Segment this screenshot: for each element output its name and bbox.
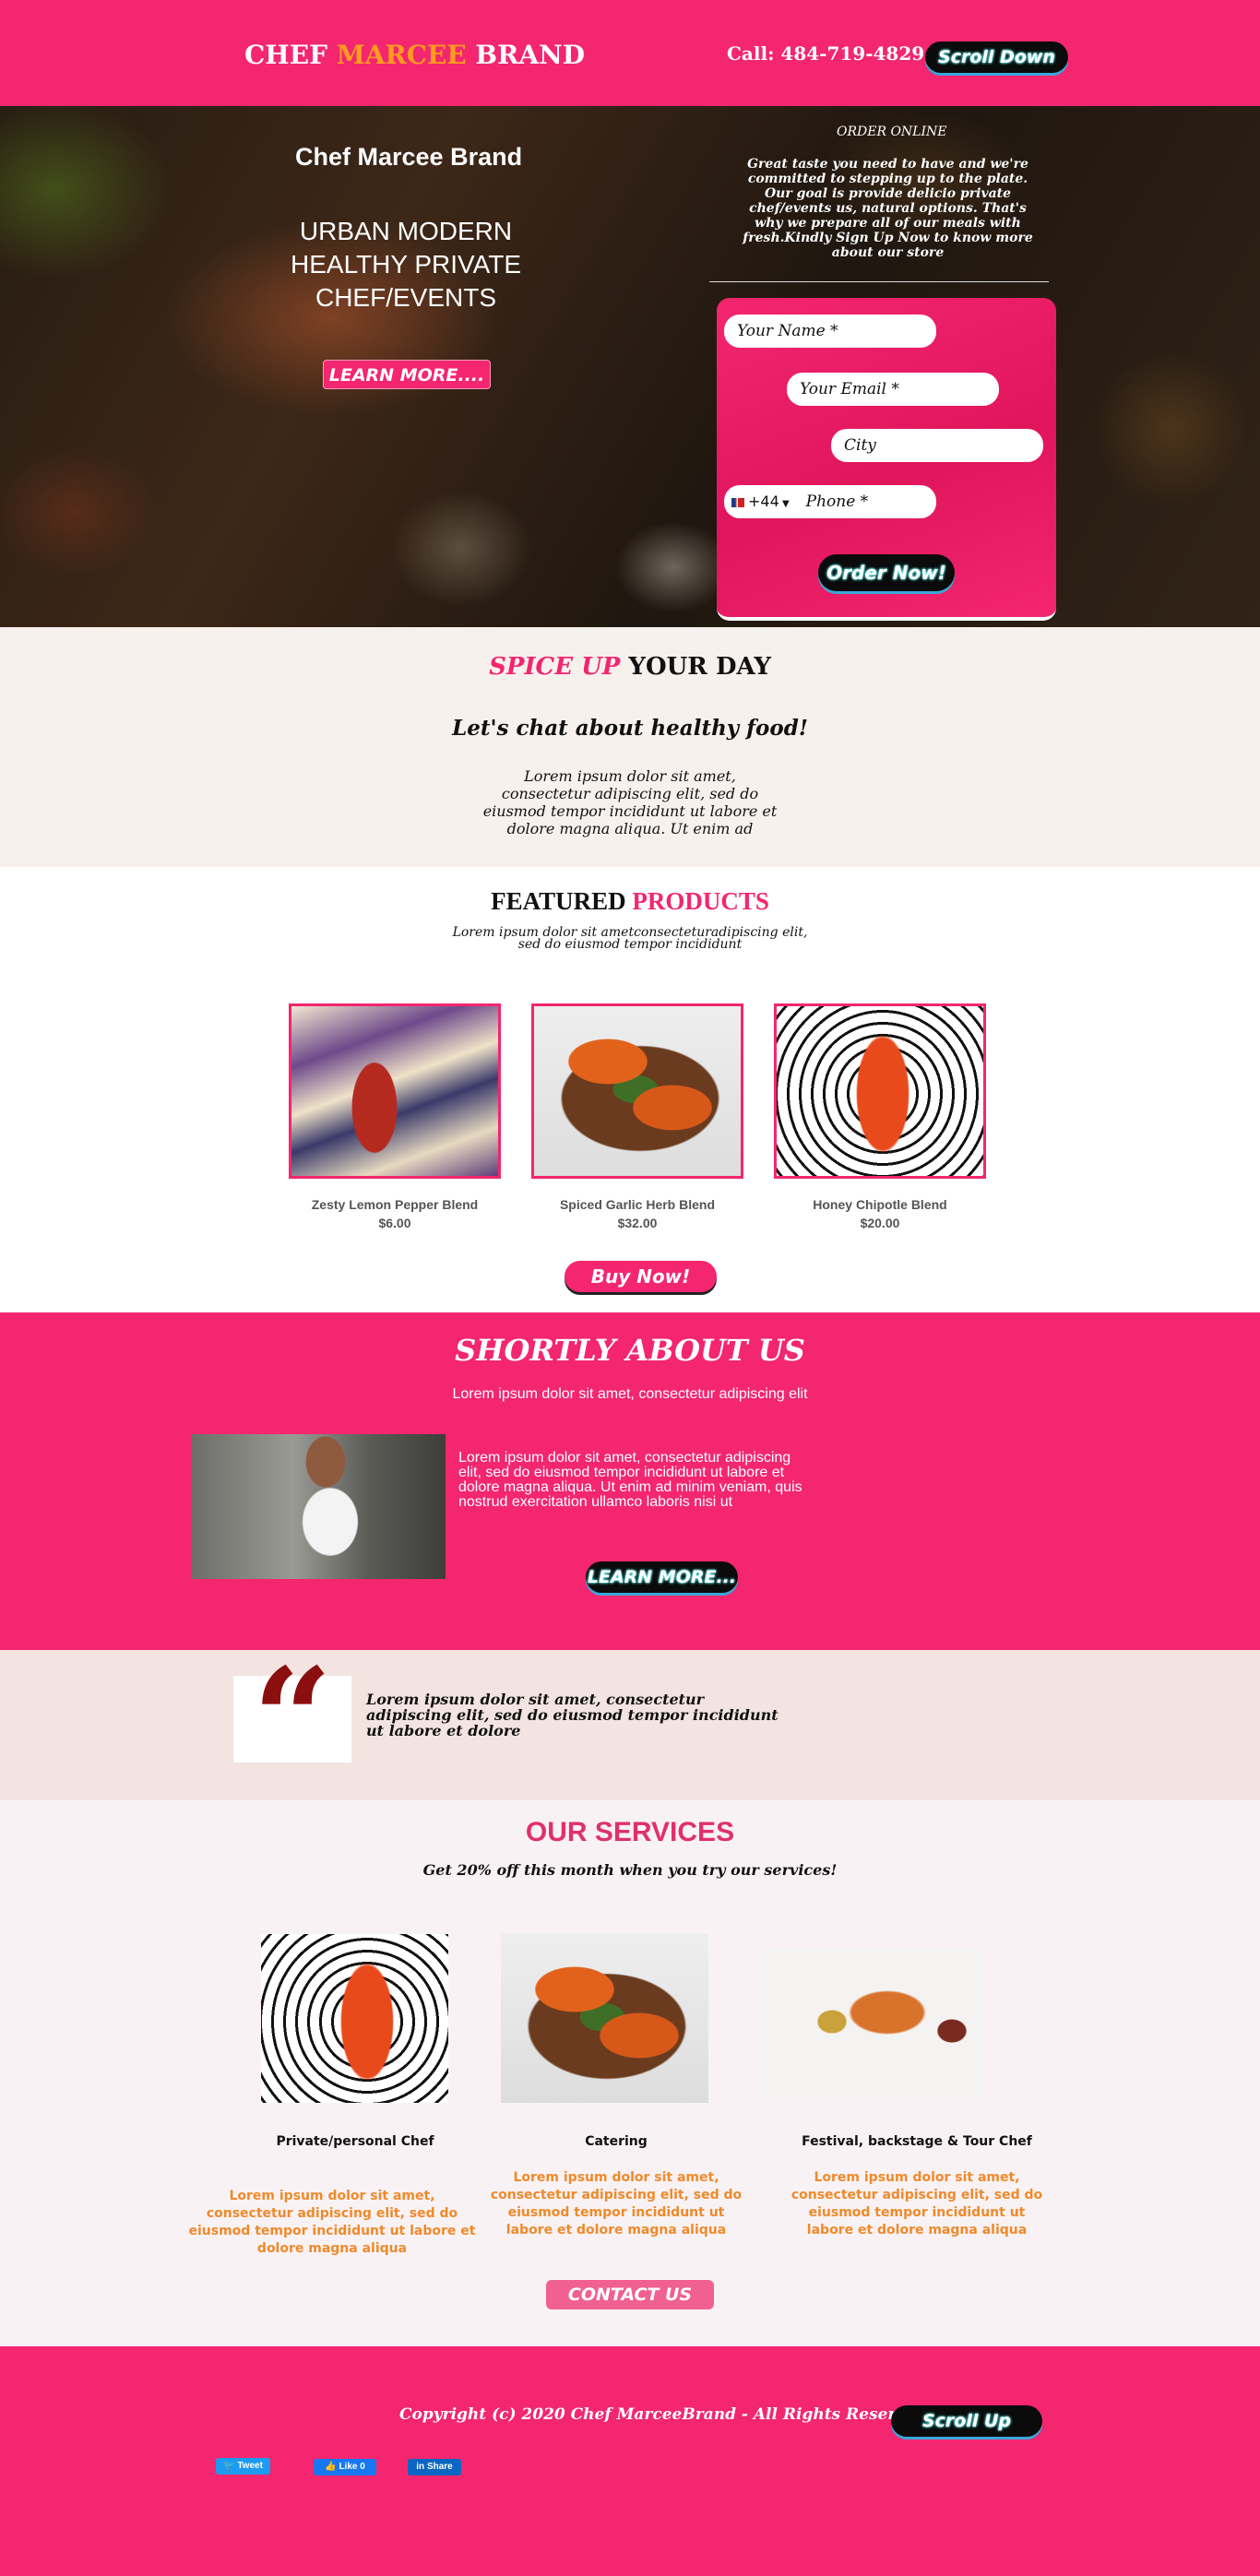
share-label: Share bbox=[426, 2462, 453, 2472]
hero-brand: Chef Marcee Brand bbox=[295, 143, 523, 171]
site-header: CHEF MARCEE BRAND Call: 484-719-4829 Scr… bbox=[0, 0, 1260, 106]
quote-icon: “ bbox=[252, 1638, 333, 1800]
order-form: Your Name * Your Email * City +44 ▼ Phone… bbox=[717, 298, 1056, 621]
name-field[interactable]: Your Name * bbox=[724, 315, 936, 348]
product-image-2[interactable] bbox=[531, 1003, 743, 1179]
order-online-label: ORDER ONLINE bbox=[837, 125, 947, 139]
service-body-1: Lorem ipsum dolor sit amet, consectetur … bbox=[188, 2189, 476, 2256]
spice-title: SPICE UP YOUR DAY bbox=[0, 653, 1260, 681]
tweet-label: Tweet bbox=[237, 2461, 263, 2471]
service-image-2 bbox=[501, 1934, 708, 2103]
testimonial-section: “ Lorem ipsum dolor sit amet, consectetu… bbox=[0, 1650, 1260, 1800]
chef-photo bbox=[192, 1434, 446, 1579]
email-field[interactable]: Your Email * bbox=[787, 373, 999, 406]
spice-body: Lorem ipsum dolor sit amet, consectetur … bbox=[482, 767, 778, 837]
tweet-button[interactable]: 🐦 Tweet bbox=[216, 2458, 270, 2475]
copyright-text: Copyright (c) 2020 Chef MarceeBrand - Al… bbox=[399, 2405, 926, 2424]
featured-section: FEATURED PRODUCTS Lorem ipsum dolor sit … bbox=[0, 867, 1260, 1312]
brand-text-3: BRAND bbox=[466, 40, 585, 70]
about-subtitle: Lorem ipsum dolor sit amet, consectetur … bbox=[452, 1386, 808, 1402]
services-subtitle: Get 20% off this month when you try our … bbox=[422, 1861, 838, 1879]
featured-title: FEATURED PRODUCTS bbox=[0, 887, 1260, 916]
scroll-down-button[interactable]: Scroll Down bbox=[925, 42, 1068, 73]
brand-text-1: CHEF bbox=[244, 40, 337, 70]
hero-divider bbox=[709, 281, 1049, 282]
order-online-text: Great taste you need to have and we're c… bbox=[743, 157, 1033, 260]
like-label: Like 0 bbox=[339, 2462, 365, 2472]
featured-title-black: FEATURED bbox=[491, 887, 633, 915]
product-price-3: $20.00 bbox=[860, 1216, 900, 1230]
service-name-3: Festival, backstage & Tour Chef bbox=[802, 2134, 1032, 2149]
brand-text-2: MARCEE bbox=[336, 40, 467, 70]
hero-section: Chef Marcee Brand URBAN MODERN HEALTHY P… bbox=[0, 106, 1260, 627]
service-name-2: Catering bbox=[585, 2134, 648, 2149]
service-name-1: Private/personal Chef bbox=[276, 2134, 434, 2149]
scroll-up-button[interactable]: Scroll Up bbox=[891, 2405, 1042, 2437]
uk-flag-icon bbox=[731, 497, 744, 507]
about-title: SHORTLY ABOUT US bbox=[455, 1333, 805, 1368]
city-field[interactable]: City bbox=[831, 429, 1043, 462]
site-footer: Copyright (c) 2020 Chef MarceeBrand - Al… bbox=[0, 2346, 1260, 2576]
services-title: OUR SERVICES bbox=[525, 1817, 735, 1847]
hero-title: URBAN MODERN HEALTHY PRIVATE CHEF/EVENTS bbox=[291, 217, 521, 312]
featured-title-pink: PRODUCTS bbox=[632, 887, 769, 915]
service-image-3 bbox=[758, 1948, 983, 2098]
service-body-3: Lorem ipsum dolor sit amet, consectetur … bbox=[790, 2170, 1043, 2238]
hero-overlay bbox=[0, 106, 1260, 627]
chevron-down-icon[interactable]: ▼ bbox=[779, 499, 790, 509]
product-image-3[interactable] bbox=[774, 1003, 986, 1179]
buy-now-button[interactable]: Buy Now! bbox=[565, 1261, 717, 1292]
about-body: Lorem ipsum dolor sit amet, consectetur … bbox=[458, 1450, 802, 1510]
service-body-2: Lorem ipsum dolor sit amet, consectetur … bbox=[490, 2170, 743, 2238]
order-now-button[interactable]: Order Now! bbox=[818, 554, 955, 591]
contact-us-button[interactable]: CONTACT US bbox=[546, 2280, 714, 2309]
country-code[interactable]: +44 bbox=[748, 493, 779, 510]
brand-logo[interactable]: CHEF MARCEE BRAND bbox=[244, 40, 585, 70]
phone-placeholder: Phone * bbox=[805, 493, 869, 511]
about-section: SHORTLY ABOUT US Lorem ipsum dolor sit a… bbox=[0, 1312, 1260, 1650]
hero-learn-more-button[interactable]: LEARN MORE.... bbox=[323, 360, 491, 389]
phone-number[interactable]: Call: 484-719-4829 bbox=[727, 42, 924, 65]
linkedin-icon: in bbox=[416, 2462, 427, 2472]
service-image-1 bbox=[261, 1934, 448, 2103]
services-section: OUR SERVICES Get 20% off this month when… bbox=[0, 1800, 1260, 2346]
linkedin-share-button[interactable]: in Share bbox=[408, 2459, 461, 2475]
about-learn-more-button[interactable]: LEARN MORE... bbox=[586, 1561, 738, 1593]
thumbs-up-icon: 👍 bbox=[325, 2462, 339, 2472]
phone-field[interactable]: +44 ▼ Phone * bbox=[724, 485, 936, 518]
facebook-like-button[interactable]: 👍 Like 0 bbox=[314, 2459, 376, 2475]
product-name-3[interactable]: Honey Chipotle Blend bbox=[774, 1197, 986, 1212]
featured-subtitle: Lorem ipsum dolor sit ametconsecteturadi… bbox=[452, 925, 808, 952]
product-price-2: $32.00 bbox=[617, 1216, 658, 1230]
spice-title-rest: YOUR DAY bbox=[620, 653, 771, 681]
product-name-2[interactable]: Spiced Garlic Herb Blend bbox=[531, 1197, 743, 1212]
product-price-1: $6.00 bbox=[378, 1216, 411, 1230]
quote-text: Lorem ipsum dolor sit amet, consectetur … bbox=[366, 1691, 779, 1739]
spice-section: SPICE UP YOUR DAY Let's chat about healt… bbox=[0, 627, 1260, 867]
product-image-1[interactable] bbox=[289, 1003, 501, 1179]
twitter-bird-icon: 🐦 bbox=[223, 2461, 238, 2471]
product-name-1[interactable]: Zesty Lemon Pepper Blend bbox=[289, 1197, 501, 1212]
quote-icon-box: “ bbox=[233, 1650, 351, 1788]
spice-title-pink: SPICE UP bbox=[489, 653, 621, 681]
spice-subtitle: Let's chat about healthy food! bbox=[452, 716, 808, 741]
